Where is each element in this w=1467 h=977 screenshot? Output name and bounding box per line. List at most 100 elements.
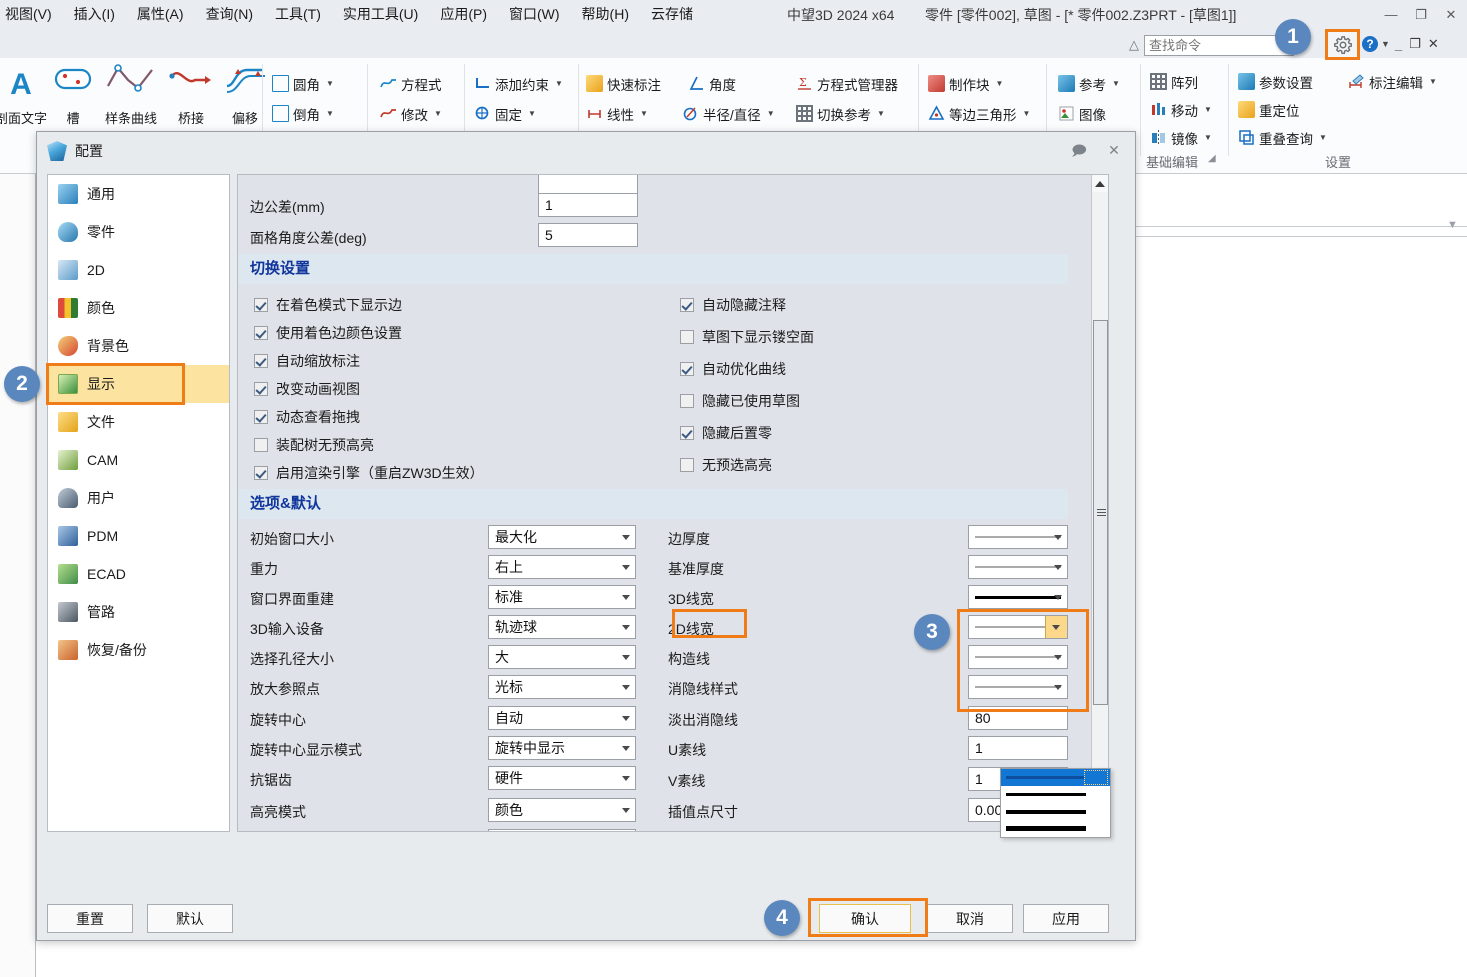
sidebar-item-file[interactable]: 文件 (48, 403, 229, 441)
chevron-down-icon[interactable] (622, 776, 630, 781)
inactive-control-highlight-mode-select[interactable]: 边 (488, 829, 636, 831)
ribbon-button-pattern[interactable]: 阵列 (1150, 68, 1198, 95)
ribbon-button-reference[interactable]: 参考 ▼ (1058, 70, 1120, 97)
window-restore-button[interactable]: ❐ (1412, 7, 1430, 23)
2d-linewidth-dropdown-list[interactable] (1000, 768, 1111, 838)
menu-item-query[interactable]: 查询(N) (195, 0, 264, 28)
checkbox-row-dynamic-view-drag[interactable]: 动态查看拖拽 (254, 407, 360, 427)
checkbox-row-auto-hide-annotation[interactable]: 自动隐藏注释 (680, 295, 786, 315)
ribbon-button-fix[interactable]: 固定 ▼ (474, 100, 536, 127)
dialog-launcher-icon[interactable]: ◢ (1208, 153, 1216, 164)
dropdown-option-lineweight-2[interactable] (1001, 786, 1110, 803)
menu-item-apps[interactable]: 应用(P) (429, 0, 498, 28)
ribbon-button-fillet[interactable]: 圆角 ▼ (272, 70, 334, 97)
chevron-down-icon[interactable]: ▼ (434, 109, 442, 118)
ribbon-button-image[interactable]: 图像 (1058, 100, 1106, 127)
ribbon-button-equation-manager[interactable]: Σ 方程式管理器 (796, 70, 898, 97)
datum-thickness-select[interactable] (968, 555, 1068, 579)
chevron-up-icon[interactable]: △ (1124, 37, 1144, 53)
sidebar-item-user[interactable]: 用户 (48, 479, 229, 517)
menu-item-view[interactable]: 视图(V) (0, 0, 63, 28)
checkbox-row-animated-view-change[interactable]: 改变动画视图 (254, 379, 360, 399)
content-scrollbar[interactable] (1091, 175, 1108, 831)
antialiasing-select[interactable]: 硬件 (488, 766, 636, 790)
checkbox-icon[interactable] (680, 458, 694, 472)
chevron-down-icon[interactable]: ▼ (767, 109, 775, 118)
checkbox-icon[interactable] (680, 362, 694, 376)
ribbon-button-equation[interactable]: 方程式 (380, 70, 442, 97)
chevron-down-icon[interactable] (622, 655, 630, 660)
sidebar-item-pdm[interactable]: PDM (48, 517, 229, 555)
ribbon-button-overlap-query[interactable]: 重叠查询 ▼ (1238, 124, 1327, 151)
sidebar-item-ecad[interactable]: ECAD (48, 555, 229, 593)
checkbox-icon[interactable] (254, 326, 268, 340)
sidebar-item-general[interactable]: 通用 (48, 175, 229, 213)
zoom-reference-point-select[interactable]: 光标 (488, 675, 636, 699)
inner-minimize-button[interactable]: _ (1393, 37, 1404, 52)
menu-item-property[interactable]: 属性(A) (126, 0, 195, 28)
checkbox-row-no-prehighlight-assembly-tree[interactable]: 装配树无预高亮 (254, 435, 374, 455)
checkbox-icon[interactable] (254, 438, 268, 452)
sidebar-item-cam[interactable]: CAM (48, 441, 229, 479)
default-button[interactable]: 默认 (147, 904, 233, 933)
u-isoline-input[interactable]: 1 (968, 736, 1068, 760)
chevron-down-icon[interactable]: ▼ (1112, 79, 1120, 88)
chevron-down-icon[interactable]: ▼ (640, 109, 648, 118)
search-input[interactable] (1144, 34, 1294, 56)
rotation-center-select[interactable]: 自动 (488, 706, 636, 730)
dialog-titlebar[interactable]: 配置 (37, 132, 1135, 170)
edge-tolerance-input[interactable]: 1 (538, 193, 638, 217)
ribbon-button-spline-curve[interactable]: 样条曲线 (98, 62, 164, 127)
ribbon-button-equilateral-triangle[interactable]: 等边三角形 ▼ (928, 100, 1030, 127)
cancel-button[interactable]: 取消 (927, 904, 1013, 933)
checkbox-row-enable-render-engine[interactable]: 启用渲染引擎（重启ZW3D生效） (254, 463, 484, 483)
chevron-down-icon[interactable]: ▼ (1023, 109, 1031, 118)
help-icon[interactable]: ? (1362, 36, 1378, 52)
checkbox-icon[interactable] (254, 354, 268, 368)
ribbon-button-parameter-settings[interactable]: 参数设置 (1238, 68, 1313, 95)
window-minimize-button[interactable]: — (1382, 7, 1400, 23)
ribbon-button-quick-dimension[interactable]: 快速标注 (586, 70, 661, 97)
sidebar-item-background-color[interactable]: 背景色 (48, 327, 229, 365)
menu-item-utility[interactable]: 实用工具(U) (332, 0, 429, 28)
ribbon-button-dimension-edit[interactable]: 标注编辑 ▼ (1348, 68, 1437, 95)
chevron-down-icon[interactable]: ▼ (555, 79, 563, 88)
ribbon-button-mirror[interactable]: 镜像 ▼ (1150, 124, 1212, 151)
checkbox-row-auto-optimize-curve[interactable]: 自动优化曲线 (680, 359, 786, 379)
ribbon-button-move[interactable]: 移动 ▼ (1150, 96, 1212, 123)
highlight-mode-select[interactable]: 颜色 (488, 798, 636, 822)
chevron-down-icon[interactable] (1054, 565, 1062, 570)
chevron-down-icon[interactable] (622, 565, 630, 570)
chevron-down-icon[interactable] (622, 716, 630, 721)
scrollbar-thumb[interactable] (1093, 320, 1108, 705)
checkbox-icon[interactable] (254, 382, 268, 396)
window-ui-rebuild-select[interactable]: 标准 (488, 585, 636, 609)
ribbon-button-linear[interactable]: 线性 ▼ (586, 100, 648, 127)
dropdown-option-lineweight-4[interactable] (1001, 820, 1110, 837)
collapse-ribbon-icon[interactable]: ▼ (1447, 219, 1458, 231)
3d-input-device-select[interactable]: 轨迹球 (488, 615, 636, 639)
sidebar-item-2d[interactable]: 2D (48, 251, 229, 289)
3d-linewidth-select[interactable] (968, 585, 1068, 609)
sidebar-item-piping[interactable]: 管路 (48, 593, 229, 631)
menu-item-help[interactable]: 帮助(H) (571, 0, 640, 28)
chevron-down-icon[interactable] (1054, 535, 1062, 540)
inner-close-button[interactable]: ✕ (1426, 36, 1441, 52)
chevron-down-icon[interactable] (1054, 685, 1062, 690)
initial-window-size-select[interactable]: 最大化 (488, 525, 636, 549)
dropdown-option-lineweight-1[interactable] (1001, 769, 1110, 786)
checkbox-icon[interactable] (680, 298, 694, 312)
ribbon-button-offset[interactable]: 偏移 (212, 62, 278, 127)
reset-button[interactable]: 重置 (47, 904, 133, 933)
sidebar-item-part[interactable]: 零件 (48, 213, 229, 251)
menu-item-tools[interactable]: 工具(T) (264, 0, 332, 28)
chevron-down-icon[interactable] (1052, 625, 1060, 630)
chevron-down-icon[interactable] (622, 625, 630, 630)
chevron-down-icon[interactable]: ▼ (1204, 133, 1212, 142)
ok-button[interactable]: 确认 (819, 904, 911, 933)
ribbon-button-chamfer[interactable]: 倒角 ▼ (272, 100, 334, 127)
checkbox-icon[interactable] (254, 466, 268, 480)
gravity-select[interactable]: 右上 (488, 555, 636, 579)
sidebar-item-backup[interactable]: 恢复/备份 (48, 631, 229, 669)
chevron-down-icon[interactable] (622, 595, 630, 600)
